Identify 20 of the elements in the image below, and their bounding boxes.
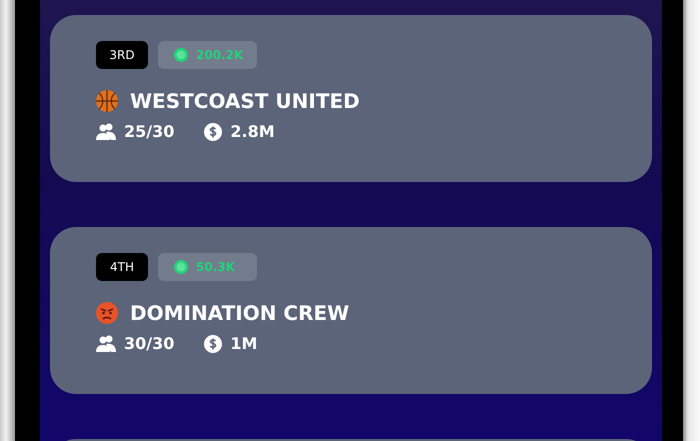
xp-value: 200.2K <box>196 48 244 62</box>
money-amount: 2.8M <box>230 122 275 141</box>
rank-badge: 4TH <box>96 253 148 281</box>
xp-value: 50.3K <box>196 260 235 274</box>
rank-badge: 3RD <box>96 41 148 69</box>
xp-coin-icon <box>174 48 188 62</box>
dollar-coin-icon <box>204 334 222 352</box>
member-count: 25/30 <box>124 122 174 141</box>
team-card[interactable]: 4TH 50.3K DOMINATION CREW 30/30 1M <box>50 227 652 394</box>
people-icon <box>96 334 116 352</box>
team-card[interactable]: 3RD 200.2K WESTCOAST UNITED 25/30 2.8M <box>50 15 652 182</box>
dollar-coin-icon <box>204 122 222 140</box>
member-count: 30/30 <box>124 334 174 353</box>
team-name: DOMINATION CREW <box>130 301 350 325</box>
angry-face-icon <box>96 302 118 324</box>
basketball-icon <box>96 90 118 112</box>
team-name: WESTCOAST UNITED <box>130 89 360 113</box>
money-amount: 1M <box>230 334 258 353</box>
xp-coin-icon <box>174 260 188 274</box>
people-icon <box>96 122 116 140</box>
